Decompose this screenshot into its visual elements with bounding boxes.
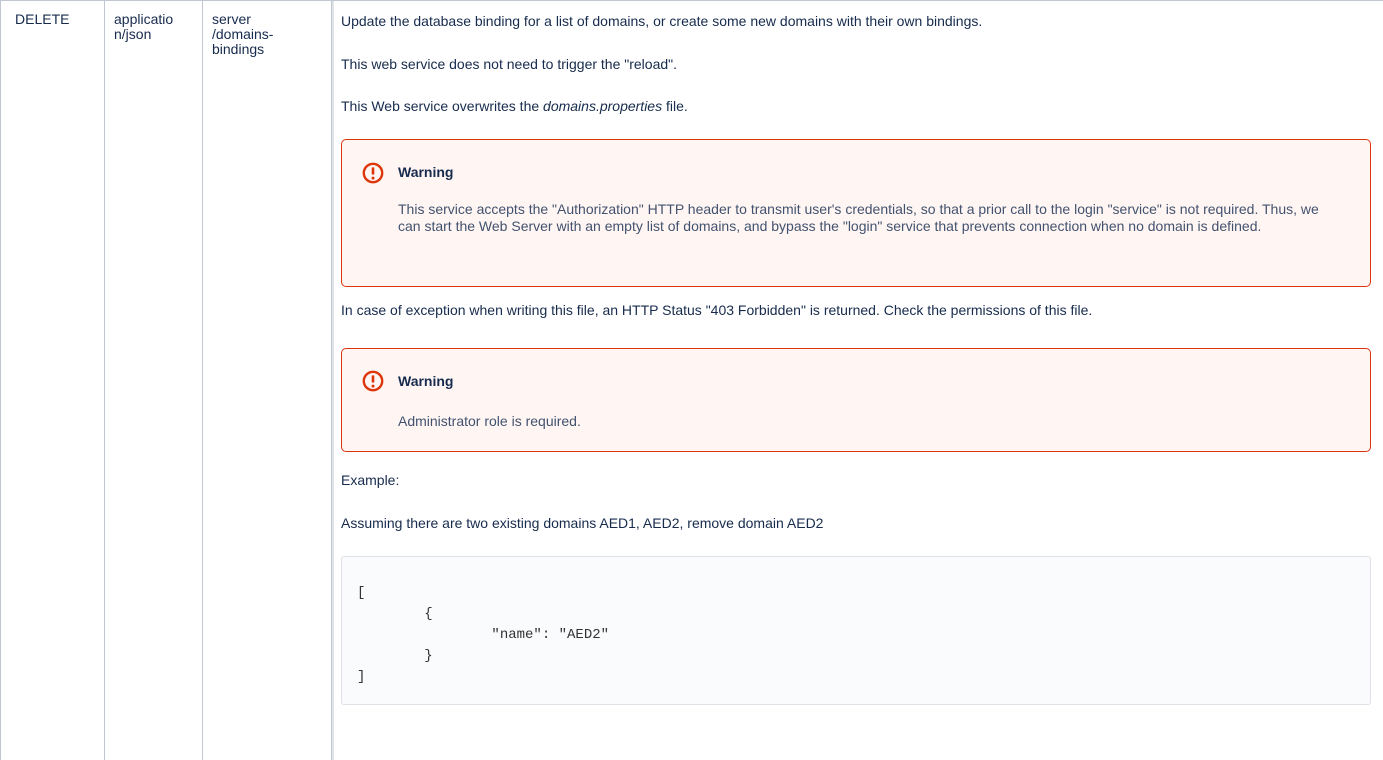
overwrite-suffix: file. bbox=[662, 98, 688, 114]
reload-note: This web service does not need to trigge… bbox=[341, 56, 678, 72]
warning-panel: Warning Administrator role is required. bbox=[341, 348, 1371, 452]
code-line: "name": "AED2" bbox=[357, 627, 610, 643]
code-line: [ bbox=[357, 585, 366, 601]
overwrite-note: This Web service overwrites the domains.… bbox=[341, 97, 688, 115]
error-circle-icon bbox=[362, 162, 384, 184]
warning-title: Warning bbox=[398, 373, 454, 389]
content-type: applicatio n/json bbox=[114, 12, 173, 42]
example-description: Assuming there are two existing domains … bbox=[341, 515, 824, 531]
endpoint-path: server /domains- bindings bbox=[212, 12, 273, 57]
warning-body: Administrator role is required. bbox=[398, 413, 581, 429]
file-name: domains.properties bbox=[543, 98, 663, 114]
content-type-line: n/json bbox=[114, 26, 152, 42]
endpoint-path-line: /domains- bbox=[212, 26, 274, 42]
method-column bbox=[1, 1, 105, 760]
http-method: DELETE bbox=[15, 11, 70, 27]
exception-note: In case of exception when writing this f… bbox=[341, 302, 1093, 318]
code-line: } bbox=[357, 648, 433, 664]
code-block: [ { "name": "AED2" } ] bbox=[341, 556, 1371, 705]
warning-panel: Warning This service accepts the "Author… bbox=[341, 139, 1371, 287]
overwrite-prefix: This Web service overwrites the bbox=[341, 98, 544, 114]
intro-paragraph: Update the database binding for a list o… bbox=[341, 13, 983, 29]
error-circle-icon bbox=[362, 370, 384, 392]
example-label: Example: bbox=[341, 472, 400, 488]
content-type-column bbox=[105, 1, 203, 760]
code-line: ] bbox=[357, 669, 366, 685]
content-type-line: applicatio bbox=[114, 11, 174, 27]
warning-body: This service accepts the "Authorization"… bbox=[398, 201, 1319, 234]
path-column bbox=[203, 1, 332, 760]
endpoint-path-line: bindings bbox=[212, 41, 265, 57]
endpoint-path-line: server bbox=[212, 11, 251, 27]
warning-title: Warning bbox=[398, 164, 454, 180]
code-line: { bbox=[357, 606, 433, 622]
